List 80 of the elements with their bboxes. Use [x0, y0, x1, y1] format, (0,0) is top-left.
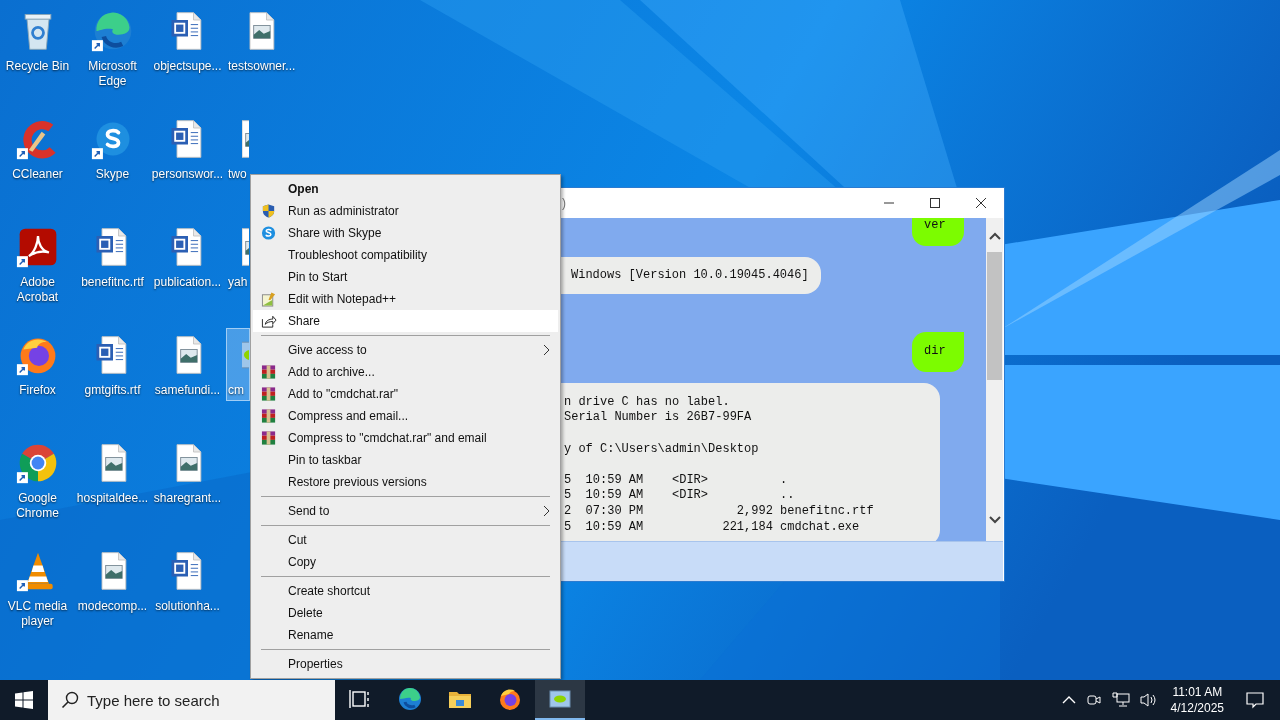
window-title: )	[561, 196, 567, 210]
menu-item[interactable]: Compress to "cmdchat.rar" and email	[253, 427, 558, 449]
menu-item[interactable]: Properties	[253, 653, 558, 675]
menu-item[interactable]: Send to	[253, 500, 558, 522]
menu-item[interactable]: Restore previous versions	[253, 471, 558, 493]
windows-logo-icon	[15, 691, 33, 709]
desktop-icon[interactable]: Google Chrome	[1, 436, 74, 524]
desktop-icon[interactable]: publication...	[151, 220, 224, 293]
task-view-icon[interactable]	[348, 687, 372, 711]
archive-icon	[261, 364, 277, 380]
menu-item[interactable]: Add to archive...	[253, 361, 558, 383]
reply-message: n drive C has no label. Serial Number is 26B7-99FA y of C:\Users\admin\Desktop 5 10:59 AM <DIR> . 5 10:59 AM <DIR> .. 2 07:30 PM 2,992 benefitnc.rtf 5 10:59 AM 221,184 cmdchat.exe	[561, 382, 940, 541]
notepad-icon	[261, 291, 277, 307]
desktop-icon[interactable]: solutionha...	[151, 544, 224, 617]
menu-item[interactable]: Create shortcut	[253, 580, 558, 602]
desktop-icon[interactable]: samefundi...	[151, 328, 224, 401]
chevron-right-icon	[543, 344, 550, 356]
chat-app-icon	[261, 225, 277, 241]
archive-icon	[261, 386, 277, 402]
menu-item[interactable]: Delete	[253, 602, 558, 624]
menu-item[interactable]: Pin to Start	[253, 266, 558, 288]
clock-date: 4/12/2025	[1170, 700, 1224, 716]
reply-message: Windows [Version 10.0.19045.4046]	[561, 256, 821, 295]
desktop-icon[interactable]: Microsoft Edge	[76, 4, 149, 92]
desktop-icon[interactable]: personswor...	[151, 112, 224, 185]
desktop-icon[interactable]: testsowner...	[226, 4, 299, 77]
menu-item[interactable]: Give access to	[253, 339, 558, 361]
menu-item[interactable]: Pin to taskbar	[253, 449, 558, 471]
menu-item[interactable]: Compress and email...	[253, 405, 558, 427]
search-field[interactable]: Type here to search	[87, 691, 327, 709]
menu-item[interactable]: Cut	[253, 529, 558, 551]
search-bar[interactable]: Type here to search	[48, 680, 335, 720]
archive-icon	[261, 408, 277, 424]
desktop-icon[interactable]: sharegrant...	[151, 436, 224, 509]
desktop-icon[interactable]: two	[226, 112, 250, 185]
shield-icon	[261, 203, 277, 219]
browser-icon[interactable]	[498, 687, 522, 711]
menu-item[interactable]: Open	[253, 178, 558, 200]
image-file-icon	[242, 117, 249, 161]
menu-item[interactable]: Troubleshoot compatibility	[253, 244, 558, 266]
share-icon	[261, 313, 277, 329]
maximize-icon	[930, 198, 940, 208]
desktop-icon[interactable]: Adobe Acrobat	[1, 220, 74, 308]
app-icon[interactable]	[548, 687, 572, 711]
desktop-icon[interactable]: VLC media player	[1, 544, 74, 632]
sent-message: dir	[912, 332, 964, 372]
camera-icon[interactable]	[1085, 692, 1102, 708]
desktop-icon[interactable]: benefitnc.rtf	[76, 220, 149, 293]
message-input[interactable]	[561, 541, 1003, 581]
volume-icon[interactable]	[1139, 692, 1158, 708]
desktop-icon[interactable]: modecomp...	[76, 544, 149, 617]
menu-item[interactable]: Run as administrator	[253, 200, 558, 222]
menu-item[interactable]: Share	[253, 310, 558, 332]
scroll-down-icon[interactable]	[988, 516, 1001, 524]
scroll-up-icon[interactable]	[988, 232, 1001, 240]
close-icon	[976, 198, 986, 208]
desktop-icon[interactable]: Recycle Bin	[1, 4, 74, 77]
chevron-right-icon	[543, 505, 550, 517]
desktop-icon[interactable]: Firefox	[1, 328, 74, 401]
menu-item[interactable]: Share with Skype	[253, 222, 558, 244]
menu-item[interactable]: Edit with Notepad++	[253, 288, 558, 310]
browser-icon[interactable]	[398, 687, 422, 711]
taskbar-button[interactable]	[535, 680, 585, 720]
menu-item[interactable]: Copy	[253, 551, 558, 573]
desktop-icon[interactable]: objectsupe...	[151, 4, 224, 77]
clock-time: 11:01 AM	[1172, 684, 1223, 700]
menu-item[interactable]: Add to "cmdchat.rar"	[253, 383, 558, 405]
scrollbar-thumb[interactable]	[987, 252, 1002, 380]
desktop-icon[interactable]: Skype	[76, 112, 149, 185]
scrollbar[interactable]	[986, 218, 1003, 541]
desktop-icon[interactable]: CCleaner	[1, 112, 74, 185]
menu-item[interactable]: Rename	[253, 624, 558, 646]
sent-message: ver	[912, 218, 964, 246]
network-icon[interactable]	[1111, 692, 1130, 708]
search-icon	[61, 691, 79, 709]
desktop-icon[interactable]: hospitaldee...	[76, 436, 149, 509]
archive-icon	[261, 430, 277, 446]
chevron-up-icon[interactable]	[1061, 696, 1076, 704]
notification-icon[interactable]	[1246, 691, 1264, 709]
desktop-icon[interactable]: gmtgifts.rtf	[76, 328, 149, 401]
